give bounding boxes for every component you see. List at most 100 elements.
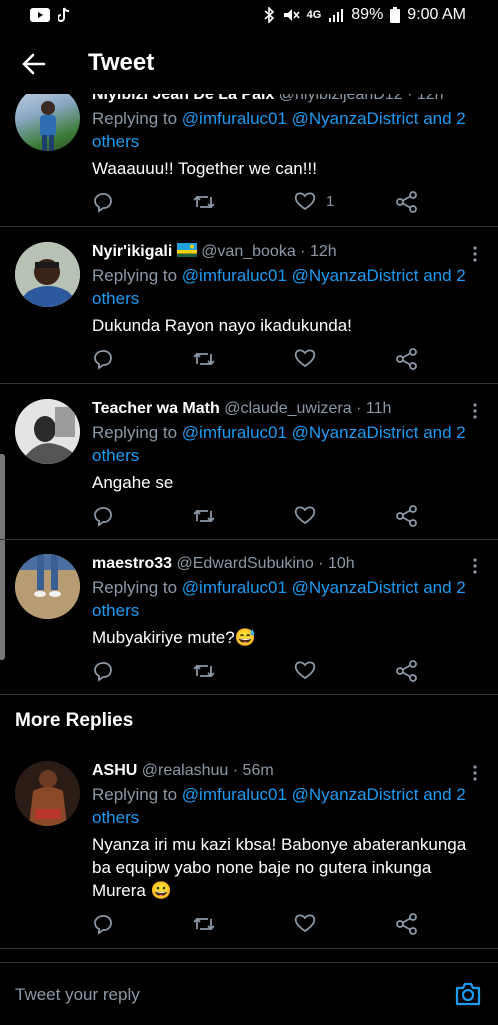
avatar[interactable] (15, 94, 80, 151)
like-button[interactable]: 1 (294, 191, 334, 211)
page-title: Tweet (88, 49, 155, 76)
user-handle[interactable]: @EdwardSubukino (177, 555, 314, 572)
user-handle[interactable]: @realashuu (142, 762, 229, 779)
share-icon (396, 660, 417, 682)
tweet-text: Dukunda Rayon nayo ikadukunda! (92, 316, 352, 335)
like-button[interactable] (294, 348, 316, 368)
tweet-header: Nyir'ikigali @van_booka · 12h (92, 243, 337, 260)
reply-button[interactable] (92, 913, 114, 935)
heart-icon (294, 192, 316, 211)
clock: 9:00 AM (407, 6, 466, 23)
user-handle[interactable]: @claude_uwizera (224, 400, 351, 417)
reply-feed[interactable]: Niyibizi Jean De La Paix @niyibizijeanD1… (0, 94, 498, 962)
more-options-icon[interactable] (472, 402, 478, 420)
action-bar (92, 660, 422, 684)
like-button[interactable] (294, 913, 316, 933)
reply-tweet[interactable]: ASHU @realashuu · 56m Replying to @imfur… (0, 746, 498, 949)
tweet-text: Mubyakiriye mute?😅 (92, 628, 256, 647)
timestamp: 56m (242, 762, 274, 779)
reply-icon (94, 507, 112, 527)
reply-button[interactable] (92, 660, 114, 682)
retweet-icon (193, 664, 215, 678)
avatar[interactable] (15, 554, 80, 619)
reply-composer[interactable]: Tweet your reply (0, 962, 498, 1025)
display-name[interactable]: Teacher wa Math (92, 400, 220, 417)
like-button[interactable] (294, 660, 316, 680)
reply-tweet[interactable]: Niyibizi Jean De La Paix @niyibizijeanD1… (0, 94, 498, 227)
timestamp: 10h (327, 555, 355, 572)
reply-icon (94, 350, 112, 370)
replying-to: Replying to @imfuraluc01 @NyanzaDistrict… (92, 578, 466, 620)
action-bar (92, 348, 422, 372)
tweet-header: maestro33 @EdwardSubukino · 10h (92, 555, 355, 572)
share-button[interactable] (396, 505, 418, 527)
action-bar: 1 (92, 191, 422, 215)
share-icon (396, 913, 417, 935)
replying-to: Replying to @imfuraluc01 @NyanzaDistrict… (92, 109, 466, 151)
share-button[interactable] (396, 348, 418, 370)
retweet-icon (193, 509, 215, 523)
more-options-icon[interactable] (472, 557, 478, 575)
retweet-button[interactable] (192, 660, 216, 682)
more-options-icon[interactable] (472, 764, 478, 782)
reply-icon (94, 662, 112, 682)
battery-icon (390, 7, 401, 23)
share-icon (396, 348, 417, 370)
retweet-button[interactable] (192, 913, 216, 935)
more-options-icon[interactable] (472, 245, 478, 263)
heart-icon (294, 914, 316, 933)
share-button[interactable] (396, 191, 418, 213)
user-handle[interactable]: @niyibizijeanD12 (279, 94, 403, 103)
rwanda-flag-icon (176, 243, 197, 257)
display-name[interactable]: maestro33 (92, 555, 172, 572)
share-button[interactable] (396, 913, 418, 935)
tweet-header: ASHU @realashuu · 56m (92, 762, 274, 779)
reply-tweet[interactable]: Teacher wa Math @claude_uwizera · 11h Re… (0, 384, 498, 540)
replying-to: Replying to @imfuraluc01 @NyanzaDistrict… (92, 785, 466, 827)
reply-icon (94, 915, 112, 935)
timestamp: 12h (309, 243, 337, 260)
status-bar: 4G 89% 9:00 AM (0, 0, 498, 32)
reply-input[interactable]: Tweet your reply (15, 985, 140, 1005)
retweet-button[interactable] (192, 505, 216, 527)
retweet-icon (193, 195, 215, 209)
app-bar: Tweet (0, 32, 498, 94)
retweet-button[interactable] (192, 348, 216, 370)
heart-icon (294, 661, 316, 680)
camera-icon[interactable] (454, 981, 482, 1007)
retweet-icon (193, 917, 215, 931)
timestamp: 11h (365, 400, 392, 417)
tweet-text: Nyanza iri mu kazi kbsa! Babonye abatera… (92, 835, 467, 900)
reply-button[interactable] (92, 348, 114, 370)
share-icon (396, 505, 417, 527)
like-button[interactable] (294, 505, 316, 525)
heart-icon (294, 349, 316, 368)
display-name[interactable]: ASHU (92, 762, 137, 779)
avatar[interactable] (15, 399, 80, 464)
user-handle[interactable]: @van_booka (201, 243, 296, 260)
tweet-header: Niyibizi Jean De La Paix @niyibizijeanD1… (92, 94, 444, 104)
tweet-text: Angahe se (92, 473, 174, 492)
reply-button[interactable] (92, 505, 114, 527)
share-button[interactable] (396, 660, 418, 682)
more-replies-heading: More Replies (15, 710, 134, 731)
action-bar (92, 505, 422, 529)
reply-button[interactable] (92, 191, 114, 213)
retweet-button[interactable] (192, 191, 216, 213)
display-name[interactable]: Nyir'ikigali (92, 243, 172, 260)
mute-icon (283, 9, 300, 21)
heart-icon (294, 506, 316, 525)
display-name[interactable]: Niyibizi Jean De La Paix (92, 94, 274, 103)
reply-tweet[interactable]: Nyir'ikigali @van_booka · 12h Replying t… (0, 226, 498, 384)
avatar[interactable] (15, 242, 80, 307)
retweet-icon (193, 352, 215, 366)
bluetooth-icon (264, 7, 274, 23)
action-bar (92, 913, 422, 937)
avatar[interactable] (15, 761, 80, 826)
tiktok-icon (58, 7, 70, 22)
reply-icon (94, 193, 112, 213)
youtube-icon (30, 8, 50, 22)
like-count: 1 (326, 192, 335, 210)
back-arrow-icon[interactable] (20, 50, 48, 78)
reply-tweet[interactable]: maestro33 @EdwardSubukino · 10h Replying… (0, 540, 498, 695)
